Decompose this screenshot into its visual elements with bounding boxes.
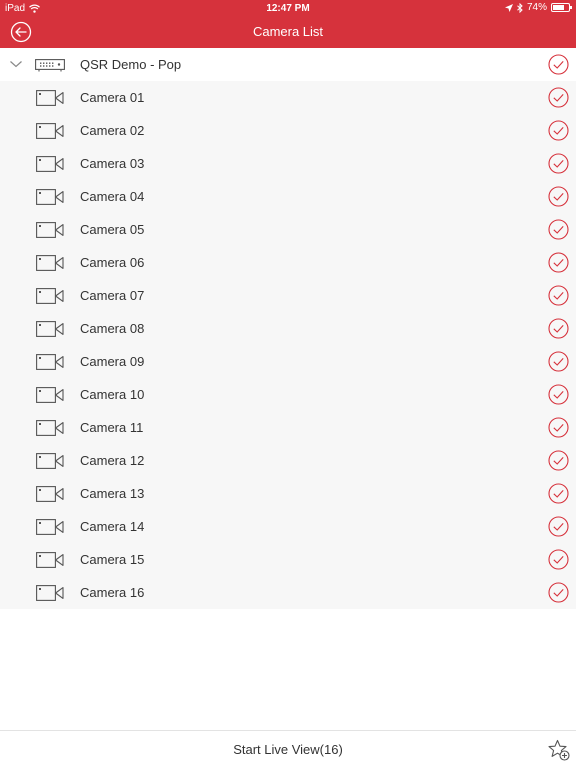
camera-icon (36, 387, 64, 403)
camera-row[interactable]: Camera 12 (0, 444, 576, 477)
camera-name: Camera 02 (80, 123, 145, 138)
check-circle-icon[interactable] (548, 252, 569, 273)
camera-name: Camera 03 (80, 156, 145, 171)
check-circle-icon[interactable] (548, 384, 569, 405)
camera-icon (36, 156, 64, 172)
camera-row[interactable]: Camera 09 (0, 345, 576, 378)
camera-icon (36, 519, 64, 535)
status-right: 74% (504, 2, 572, 13)
camera-name: Camera 15 (80, 552, 145, 567)
location-arrow-icon (504, 3, 513, 12)
bluetooth-icon (517, 2, 523, 13)
status-time: 12:47 PM (266, 3, 310, 14)
camera-name: Camera 10 (80, 387, 145, 402)
nvr-device-icon (35, 59, 65, 72)
check-circle-icon[interactable] (548, 549, 569, 570)
check-circle-icon[interactable] (548, 417, 569, 438)
camera-name: Camera 16 (80, 585, 145, 600)
check-circle-icon[interactable] (548, 153, 569, 174)
camera-name: Camera 14 (80, 519, 145, 534)
check-circle-icon[interactable] (548, 483, 569, 504)
camera-name: Camera 06 (80, 255, 145, 270)
camera-name: Camera 07 (80, 288, 145, 303)
status-bar: iPad 12:47 PM 74% (0, 0, 576, 16)
camera-rows: Camera 01 Camera 02 Camera 03 Camera 04 Came… (0, 81, 576, 609)
camera-row[interactable]: Camera 15 (0, 543, 576, 576)
camera-row[interactable]: Camera 07 (0, 279, 576, 312)
camera-row[interactable]: Camera 11 (0, 411, 576, 444)
check-circle-icon[interactable] (548, 87, 569, 108)
check-circle-icon[interactable] (548, 219, 569, 240)
camera-icon (36, 123, 64, 139)
camera-icon (36, 585, 64, 601)
bottom-bar: Start Live View(16) (0, 730, 576, 769)
camera-name: Camera 01 (80, 90, 145, 105)
camera-name: Camera 11 (80, 420, 144, 435)
camera-icon (36, 90, 64, 106)
star-add-icon[interactable] (548, 739, 570, 761)
camera-row[interactable]: Camera 02 (0, 114, 576, 147)
check-circle-icon[interactable] (548, 318, 569, 339)
camera-icon (36, 453, 64, 469)
camera-icon (36, 222, 64, 238)
camera-icon (36, 486, 64, 502)
camera-row[interactable]: Camera 03 (0, 147, 576, 180)
check-circle-icon[interactable] (548, 120, 569, 141)
camera-icon (36, 354, 64, 370)
camera-name: Camera 12 (80, 453, 145, 468)
camera-row[interactable]: Camera 04 (0, 180, 576, 213)
device-name-label: QSR Demo - Pop (80, 57, 182, 72)
battery-icon (551, 3, 572, 12)
camera-name: Camera 13 (80, 486, 145, 501)
camera-name: Camera 08 (80, 321, 145, 336)
check-circle-icon[interactable] (548, 351, 569, 372)
camera-icon (36, 420, 64, 436)
camera-row[interactable]: Camera 13 (0, 477, 576, 510)
start-live-view-button[interactable]: Start Live View(16) (0, 742, 576, 757)
page-title: Camera List (252, 24, 324, 39)
camera-row[interactable]: Camera 14 (0, 510, 576, 543)
check-circle-icon[interactable] (548, 54, 569, 75)
nav-bar: Camera List (0, 16, 576, 48)
battery-percent: 74% (526, 2, 547, 13)
battery-fill (553, 5, 565, 10)
chevron-down-icon[interactable] (9, 59, 23, 69)
camera-name: Camera 04 (80, 189, 145, 204)
camera-row[interactable]: Camera 01 (0, 81, 576, 114)
app-header: iPad 12:47 PM 74% Camera List (0, 0, 576, 48)
camera-row[interactable]: Camera 10 (0, 378, 576, 411)
check-circle-icon[interactable] (548, 450, 569, 471)
camera-name: Camera 09 (80, 354, 145, 369)
camera-row[interactable]: Camera 08 (0, 312, 576, 345)
camera-row[interactable]: Camera 16 (0, 576, 576, 609)
device-row[interactable]: QSR Demo - Pop (0, 48, 576, 81)
camera-icon (36, 288, 64, 304)
check-circle-icon[interactable] (548, 285, 569, 306)
camera-icon (36, 189, 64, 205)
check-circle-icon[interactable] (548, 516, 569, 537)
camera-icon (36, 552, 64, 568)
check-circle-icon[interactable] (548, 582, 569, 603)
check-circle-icon[interactable] (548, 186, 569, 207)
camera-row[interactable]: Camera 06 (0, 246, 576, 279)
camera-row[interactable]: Camera 05 (0, 213, 576, 246)
camera-icon (36, 255, 64, 271)
camera-icon (36, 321, 64, 337)
camera-name: Camera 05 (80, 222, 145, 237)
camera-list: QSR Demo - Pop Camera 01 Camera 02 Camera … (0, 48, 576, 609)
